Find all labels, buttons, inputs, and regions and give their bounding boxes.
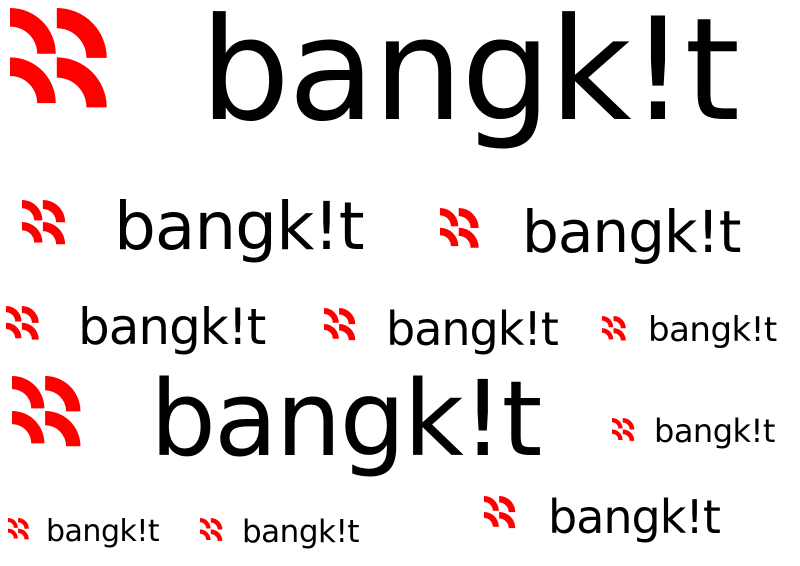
logo-wordmark: bangk!t bbox=[242, 514, 360, 550]
logo-wordmark: bangk!t bbox=[78, 298, 266, 356]
quarter-arc-mark-icon bbox=[324, 308, 366, 350]
quarter-arc-mark-icon bbox=[612, 418, 642, 448]
logo-wordmark: bangk!t bbox=[522, 198, 742, 266]
logo-wordmark: bangk!t bbox=[654, 412, 775, 450]
quarter-arc-mark-icon bbox=[22, 200, 80, 258]
logo-wordmark: bangk!t bbox=[46, 514, 160, 549]
quarter-arc-mark-icon bbox=[8, 518, 36, 546]
quarter-arc-mark-icon bbox=[484, 496, 526, 538]
logo-wordmark: bangk!t bbox=[386, 302, 559, 356]
quarter-arc-mark-icon bbox=[602, 316, 634, 348]
logo-wordmark: bangk!t bbox=[150, 358, 542, 480]
quarter-arc-mark-icon bbox=[10, 8, 140, 138]
quarter-arc-mark-icon bbox=[200, 518, 230, 548]
quarter-arc-mark-icon bbox=[12, 376, 104, 468]
logo-wordmark: bangk!t bbox=[648, 310, 777, 350]
quarter-arc-mark-icon bbox=[440, 208, 492, 260]
logo-sheet: bangk!t bangk!t bangk!t bangk!t bangk!t … bbox=[0, 0, 800, 566]
logo-wordmark: bangk!t bbox=[200, 0, 740, 153]
logo-wordmark: bangk!t bbox=[114, 188, 365, 265]
quarter-arc-mark-icon bbox=[6, 306, 50, 350]
logo-wordmark: bangk!t bbox=[548, 490, 721, 544]
